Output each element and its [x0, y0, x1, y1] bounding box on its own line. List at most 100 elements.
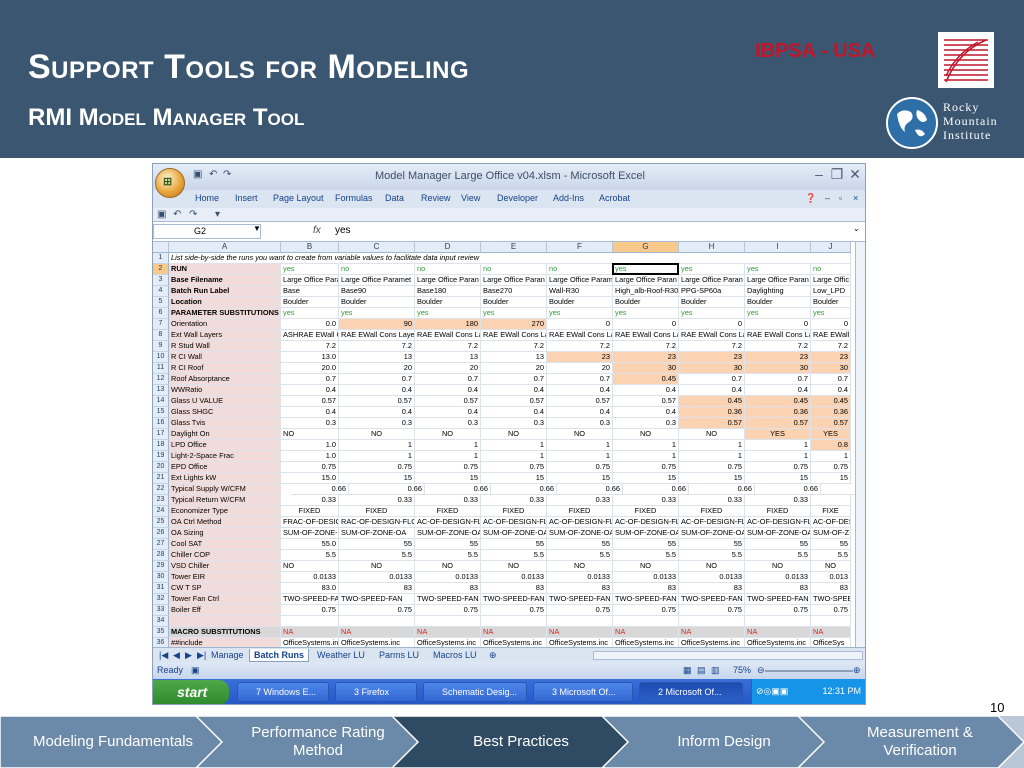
row-label-cell[interactable]: R CI Roof — [169, 363, 281, 374]
table-cell[interactable]: 1 — [613, 440, 679, 451]
table-cell[interactable]: 15 — [679, 473, 745, 484]
table-cell[interactable] — [745, 616, 811, 627]
table-cell[interactable]: SUM-OF-ZONE-OA — [339, 528, 415, 539]
column-header-j[interactable]: J — [811, 242, 851, 253]
row-label-cell[interactable]: Base Filename — [169, 275, 281, 286]
table-cell[interactable]: 0.33 — [415, 495, 481, 506]
table-cell[interactable]: 15 — [613, 473, 679, 484]
table-cell[interactable]: 20 — [415, 363, 481, 374]
table-cell[interactable]: NO — [281, 429, 339, 440]
table-cell[interactable]: 1.0 — [281, 440, 339, 451]
row-header[interactable]: 13 — [153, 385, 169, 396]
table-cell[interactable]: 1 — [679, 451, 745, 462]
table-cell[interactable]: OfficeSystems.inc — [679, 638, 745, 647]
taskbar-item-windows-explorer[interactable]: 7 Windows E... — [237, 682, 329, 702]
table-cell[interactable]: 7.2 — [547, 341, 613, 352]
table-cell[interactable]: 0.57 — [339, 396, 415, 407]
table-cell[interactable]: TWO-SPEED-FAN — [481, 594, 547, 605]
table-cell[interactable]: 0.75 — [679, 462, 745, 473]
table-cell[interactable]: 0 — [679, 319, 745, 330]
table-cell[interactable]: Base90 — [339, 286, 415, 297]
table-cell[interactable]: Boulder — [745, 297, 811, 308]
table-cell[interactable]: yes — [679, 264, 745, 275]
table-cell[interactable]: 7.2 — [745, 341, 811, 352]
table-cell[interactable]: Boulder — [679, 297, 745, 308]
table-cell[interactable]: 15 — [415, 473, 481, 484]
table-cell[interactable]: 0.3 — [613, 418, 679, 429]
redo-icon[interactable]: ↷ — [189, 209, 197, 220]
nav-item-best-practices[interactable]: Best Practices — [392, 716, 632, 768]
table-cell[interactable]: 0.57 — [613, 396, 679, 407]
table-cell[interactable]: 83 — [481, 583, 547, 594]
table-cell[interactable]: AC-OF-DESIGN-FLC — [481, 517, 547, 528]
row-header[interactable]: 14 — [153, 396, 169, 407]
table-cell[interactable]: 0.4 — [547, 385, 613, 396]
table-cell[interactable]: 0.33 — [745, 495, 811, 506]
table-cell[interactable]: OfficeSystems.inc — [415, 638, 481, 647]
table-cell[interactable]: 0.3 — [547, 418, 613, 429]
table-cell[interactable]: 20 — [481, 363, 547, 374]
table-cell[interactable]: no — [481, 264, 547, 275]
table-cell[interactable]: 0.75 — [745, 462, 811, 473]
horizontal-scrollbar[interactable] — [593, 651, 863, 660]
tab-formulas[interactable]: Formulas — [335, 193, 373, 203]
table-cell[interactable]: 55 — [415, 539, 481, 550]
table-cell[interactable]: 1 — [339, 451, 415, 462]
table-cell[interactable]: 55 — [339, 539, 415, 550]
page-layout-view-icon[interactable]: ▤ — [697, 665, 706, 676]
table-cell[interactable]: NA — [613, 627, 679, 638]
row-header[interactable]: 11 — [153, 363, 169, 374]
table-cell[interactable]: TWO-SPEED-FAN — [679, 594, 745, 605]
table-cell[interactable]: OfficeSys — [811, 638, 851, 647]
table-cell[interactable]: 0.66 — [291, 484, 349, 495]
table-cell[interactable]: 83 — [811, 583, 851, 594]
table-cell[interactable]: 0.45 — [811, 396, 851, 407]
table-cell[interactable]: 0.33 — [613, 495, 679, 506]
table-cell[interactable]: Wall-R30 — [547, 286, 613, 297]
table-cell[interactable]: NO — [481, 429, 547, 440]
row-header[interactable]: 28 — [153, 550, 169, 561]
table-cell[interactable]: 0.7 — [339, 374, 415, 385]
table-cell[interactable]: 0.33 — [679, 495, 745, 506]
table-cell[interactable]: Large Office Paran — [679, 275, 745, 286]
table-cell[interactable]: 13 — [339, 352, 415, 363]
row-label-cell[interactable]: Tower EIR — [169, 572, 281, 583]
table-cell[interactable]: 0.66 — [425, 484, 491, 495]
sheet-tab-weather-lu[interactable]: Weather LU — [313, 649, 369, 662]
table-cell[interactable]: 20 — [339, 363, 415, 374]
table-cell[interactable]: 1 — [481, 451, 547, 462]
row-label-cell[interactable]: Chiller COP — [169, 550, 281, 561]
table-cell[interactable]: NO — [745, 561, 811, 572]
row-label-cell[interactable]: EPD Office — [169, 462, 281, 473]
table-cell[interactable]: 7.2 — [679, 341, 745, 352]
table-cell[interactable]: 1 — [547, 440, 613, 451]
table-cell[interactable]: 0.3 — [281, 418, 339, 429]
table-cell[interactable]: 5.5 — [339, 550, 415, 561]
table-cell[interactable]: FIXE — [811, 506, 851, 517]
table-cell[interactable]: OfficeSystems.inc — [547, 638, 613, 647]
table-cell[interactable]: 0 — [745, 319, 811, 330]
row-header[interactable]: 22 — [153, 484, 169, 495]
start-button[interactable]: start — [153, 680, 229, 704]
table-cell[interactable]: 1 — [339, 440, 415, 451]
table-cell[interactable]: 0.0133 — [613, 572, 679, 583]
table-cell[interactable]: Large Office Param — [547, 275, 613, 286]
table-cell[interactable]: no — [415, 264, 481, 275]
table-cell[interactable]: 23 — [547, 352, 613, 363]
row-header[interactable]: 10 — [153, 352, 169, 363]
zoom-out-icon[interactable]: ⊖ — [757, 665, 765, 676]
table-cell[interactable]: 0.36 — [811, 407, 851, 418]
table-cell[interactable]: 0.4 — [745, 385, 811, 396]
table-cell[interactable]: 0.57 — [415, 396, 481, 407]
table-cell[interactable]: 23 — [745, 352, 811, 363]
table-cell[interactable]: 55.0 — [281, 539, 339, 550]
row-label-cell[interactable]: R CI Wall — [169, 352, 281, 363]
table-cell[interactable]: Boulder — [415, 297, 481, 308]
table-cell[interactable]: 0.013 — [811, 572, 851, 583]
table-cell[interactable]: TWO-SPEED-FAN — [415, 594, 481, 605]
table-cell[interactable]: 83 — [339, 583, 415, 594]
table-cell[interactable]: SUM-OF-ZONE-OA — [745, 528, 811, 539]
table-cell[interactable]: FIXED — [415, 506, 481, 517]
row-header[interactable]: 9 — [153, 341, 169, 352]
table-cell[interactable]: 7.2 — [481, 341, 547, 352]
